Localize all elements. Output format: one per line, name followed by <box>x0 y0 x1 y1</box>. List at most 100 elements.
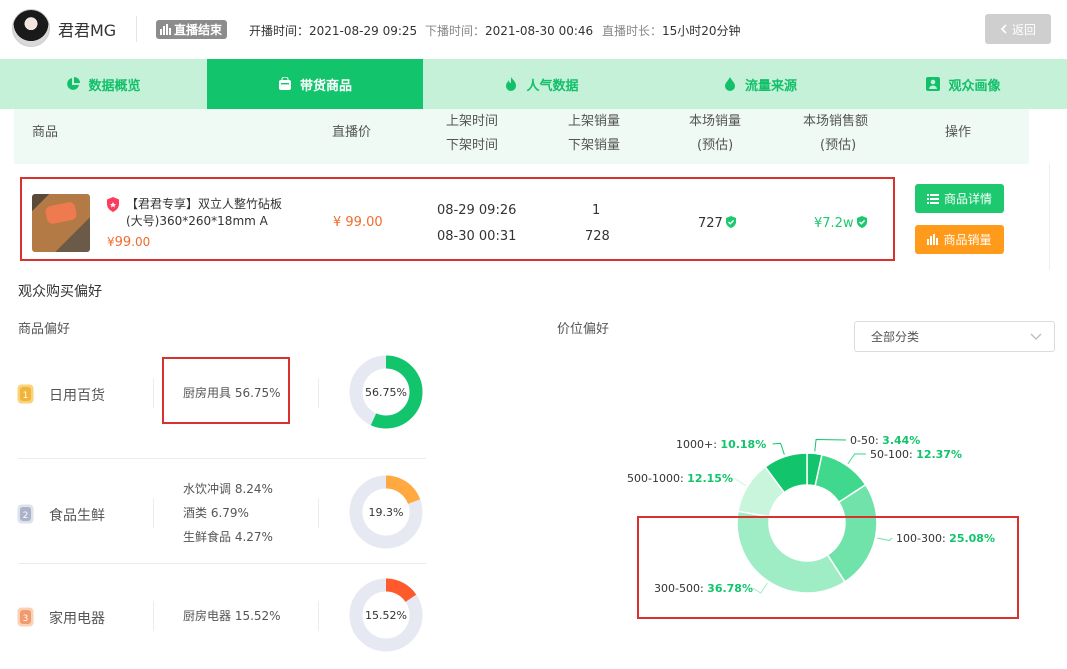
duration-value: 15小时20分钟 <box>662 24 741 38</box>
th-session-sales-est: (预估) <box>697 138 734 153</box>
list-icon <box>926 193 939 204</box>
delist-sales-value: 728 <box>585 229 610 244</box>
session-amount: ¥7.2w <box>814 216 868 231</box>
category-3-divider-2 <box>318 601 319 631</box>
th-delist-sales: 下架销量 <box>568 138 621 153</box>
end-time-label: 下播时间： <box>425 24 486 38</box>
category-2-sub-2: 酒类 6.79% <box>183 506 249 520</box>
product-sales-label: 商品销量 <box>943 233 992 247</box>
delist-time-value: 08-30 00:31 <box>437 229 517 244</box>
price-leader-line-5 <box>772 442 785 455</box>
rank-3-number: 3 <box>23 614 29 624</box>
product-price-int: 99 <box>114 235 132 250</box>
tab-traffic-label: 流量来源 <box>744 78 797 94</box>
tab-audience[interactable]: 观众画像 <box>860 59 1067 109</box>
back-arrow-icon <box>1000 24 1007 34</box>
live-price-value: ¥ 99.00 <box>333 215 383 230</box>
flame-icon <box>506 77 517 91</box>
list-sales-value: 1 <box>592 203 601 218</box>
header-divider <box>136 16 137 42</box>
tab-overview[interactable]: 数据概览 <box>0 59 207 109</box>
avatar[interactable] <box>12 9 50 47</box>
price-label-5: 1000+: 10.18% <box>676 438 766 451</box>
category-2-sub-3: 生鲜食品 4.27% <box>183 530 273 544</box>
live-status-badge: 直播结束 <box>156 20 228 39</box>
session-sales-value: 727 <box>698 216 723 231</box>
live-status-text: 直播结束 <box>174 23 223 37</box>
th-delist-time: 下架时间 <box>446 138 499 153</box>
back-button[interactable]: 返回 <box>985 14 1051 44</box>
category-2-divider <box>153 498 154 528</box>
bar-chart-icon <box>160 24 171 35</box>
tab-bar: 数据概览 带货商品 人气数据 流量来源 观众画像 <box>0 59 1067 109</box>
product-pref-title: 商品偏好 <box>18 322 71 337</box>
th-product: 商品 <box>32 125 59 140</box>
table-header <box>14 109 1029 164</box>
price-label-1: 50-100: 12.37% <box>870 448 962 461</box>
category-3-divider <box>153 601 154 631</box>
rank-3-medal-icon: 3 <box>17 607 34 627</box>
product-name-line1: 【君君专享】双立人整竹砧板 <box>126 197 283 211</box>
product-sales-button[interactable]: 商品销量 <box>915 225 1004 254</box>
session-sales: 727 <box>698 216 737 231</box>
category-1-divider <box>153 378 154 408</box>
category-separator-2 <box>18 563 426 564</box>
price-pref-title: 价位偏好 <box>557 322 610 337</box>
highlight-box-price <box>637 516 1019 619</box>
duration-label: 直播时长： <box>602 24 663 38</box>
end-time-value: 2021-08-30 00:46 <box>485 24 594 38</box>
rank-1-medal-icon: 1 <box>17 384 34 404</box>
back-label: 返回 <box>1011 22 1036 37</box>
username: 君君MG <box>58 21 117 40</box>
table-edge-line <box>1049 164 1050 270</box>
th-session-amount-est: (预估) <box>820 138 857 153</box>
category-1-name: 日用百货 <box>49 388 105 404</box>
tab-traffic[interactable]: 流量来源 <box>660 59 860 109</box>
price-label-0: 0-50: 3.44% <box>850 434 920 447</box>
bar-chart-icon <box>927 234 939 245</box>
th-actions: 操作 <box>945 125 972 140</box>
category-1-donut: 56.75% <box>349 355 423 429</box>
list-time-value: 08-29 09:26 <box>437 203 517 218</box>
category-1-divider-2 <box>318 378 319 408</box>
product-price-symbol: ¥ <box>107 235 115 249</box>
category-1-sub-1: 厨房用具 56.75% <box>183 386 281 400</box>
category-3-percent: 15.52% <box>365 609 407 622</box>
price-leader-line-1 <box>847 453 867 465</box>
th-live-price: 直播价 <box>332 125 372 140</box>
price-label-4: 500-1000: 12.15% <box>627 472 733 485</box>
th-list-time: 上架时间 <box>446 114 499 129</box>
product-thumbnail[interactable] <box>32 194 90 252</box>
th-session-sales: 本场销量 <box>689 114 742 129</box>
session-amount-value: ¥7.2w <box>814 216 854 231</box>
duration: 直播时长：15小时20分钟 <box>602 22 741 39</box>
category-1-percent: 56.75% <box>365 386 407 399</box>
shopping-bag-icon <box>278 77 291 90</box>
drop-icon <box>724 77 735 91</box>
tab-popularity-label: 人气数据 <box>526 78 579 94</box>
start-time: 开播时间：2021-08-29 09:25 <box>249 22 417 39</box>
chevron-down-icon <box>1030 333 1042 340</box>
tab-popularity[interactable]: 人气数据 <box>423 59 660 109</box>
tab-overview-label: 数据概览 <box>88 78 141 94</box>
purchase-pref-title: 观众购买偏好 <box>18 284 102 300</box>
verified-check-icon <box>725 216 736 228</box>
category-select[interactable]: 全部分类 <box>854 321 1055 352</box>
rank-2-number: 2 <box>23 511 29 521</box>
start-time-label: 开播时间： <box>249 24 310 38</box>
end-time: 下播时间：2021-08-30 00:46 <box>425 22 593 39</box>
category-3-donut: 15.52% <box>349 578 423 652</box>
rank-2-medal-icon: 2 <box>17 504 34 524</box>
product-detail-button[interactable]: 商品详情 <box>915 184 1004 213</box>
shield-icon <box>107 197 119 212</box>
product-name-line2: (大号)360*260*18mm A <box>126 214 268 228</box>
price-leader-line-0 <box>814 438 847 452</box>
product-name[interactable]: 【君君专享】双立人整竹砧板 (大号)360*260*18mm A <box>126 196 326 230</box>
product-detail-label: 商品详情 <box>943 192 992 206</box>
th-session-amount: 本场销售额 <box>803 114 869 129</box>
th-list-sales: 上架销量 <box>568 114 621 129</box>
category-3-name: 家用电器 <box>49 611 105 627</box>
pie-chart-icon <box>67 77 81 90</box>
category-2-divider-2 <box>318 498 319 528</box>
tab-products[interactable]: 带货商品 <box>207 59 423 109</box>
